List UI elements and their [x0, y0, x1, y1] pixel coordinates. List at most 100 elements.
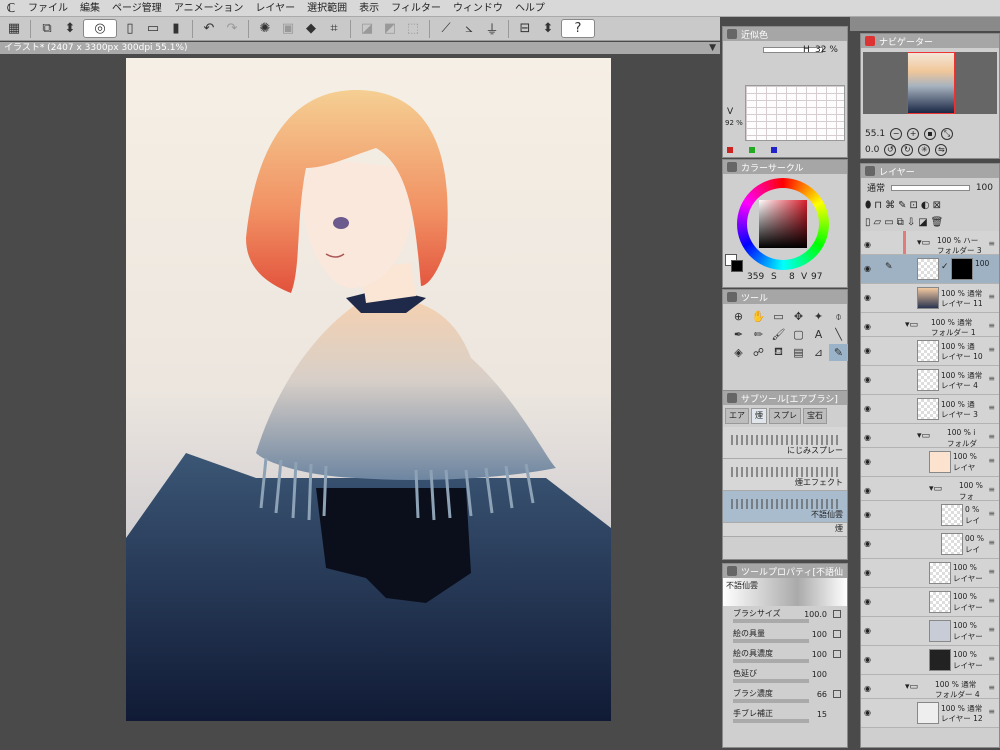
- fill-tool-icon[interactable]: ⛾: [769, 344, 788, 361]
- layer-row[interactable]: ◉ 100 % レイヤ ≡: [861, 448, 999, 477]
- layer-row[interactable]: ◉ 100 % 通 レイヤー 10 ≡: [861, 337, 999, 366]
- layer-menu-icon[interactable]: ≡: [988, 239, 995, 248]
- prop-paint-amount[interactable]: 絵の具量 100: [723, 626, 847, 646]
- eye-icon[interactable]: ◉: [864, 655, 871, 664]
- prop-value[interactable]: 100: [812, 630, 827, 639]
- menu-layer[interactable]: レイヤー: [249, 0, 301, 17]
- pencil-tool-icon[interactable]: ✏: [749, 326, 768, 343]
- rotate-right-icon[interactable]: ↻: [901, 144, 914, 156]
- prop-slider[interactable]: [733, 659, 809, 663]
- layer-row[interactable]: ◉ 100 % レイヤー ≡: [861, 588, 999, 617]
- brush-item[interactable]: 煙エフェクト: [723, 459, 847, 491]
- selection-border-icon[interactable]: ⬚: [403, 19, 423, 38]
- color-circle-title[interactable]: カラーサークル: [723, 160, 847, 174]
- layer-menu-icon[interactable]: ≡: [988, 292, 995, 301]
- layer-row[interactable]: ◉ 100 % 通常 レイヤー 4 ≡: [861, 366, 999, 395]
- layer-row[interactable]: ◉ ▾▭ 100 % 通常 フォルダー 4 ≡: [861, 675, 999, 699]
- mask-icon[interactable]: ◐: [921, 200, 930, 211]
- navigator-view[interactable]: [863, 52, 997, 114]
- layer-menu-icon[interactable]: ≡: [988, 485, 995, 494]
- layer-menu-icon[interactable]: ≡: [988, 374, 995, 383]
- layer-row[interactable]: ◉ ▾▭ 100 % 通常 フォルダー 1 ≡: [861, 313, 999, 337]
- move-tool-icon[interactable]: ✥: [789, 308, 808, 325]
- open-file-icon[interactable]: ▭: [143, 19, 163, 38]
- layer-row[interactable]: ◉ ▾▭ 100 % ハー フォルダー 3 ≡: [861, 231, 999, 255]
- eraser-tool-icon[interactable]: ◈: [729, 344, 748, 361]
- layer-row[interactable]: ◉ 100 % レイヤー ≡: [861, 617, 999, 646]
- tab-menu-icon[interactable]: ▼: [709, 42, 716, 54]
- prop-paint-density[interactable]: 絵の具濃度 100: [723, 646, 847, 666]
- zoom-in-icon[interactable]: +: [907, 128, 920, 140]
- transform-icon[interactable]: ▣: [278, 19, 298, 38]
- deselect-icon[interactable]: ◪: [357, 19, 377, 38]
- menu-selection[interactable]: 選択範囲: [301, 0, 353, 17]
- ref-icon[interactable]: ⌘: [885, 200, 895, 211]
- ruler-tool-icon[interactable]: ⊿: [809, 344, 828, 361]
- layer-row[interactable]: ◉ 100 % 通 レイヤー 3 ≡: [861, 395, 999, 424]
- line-tool-icon[interactable]: ╲: [829, 326, 848, 343]
- eye-icon[interactable]: ◉: [864, 597, 871, 606]
- prop-brush-size[interactable]: ブラシサイズ 100.0: [723, 606, 847, 626]
- copy-layer-icon[interactable]: ⧉: [897, 217, 904, 228]
- green-swatch[interactable]: [749, 147, 755, 153]
- fit-icon[interactable]: ▪: [924, 128, 937, 140]
- spiral-icon[interactable]: ◎: [83, 19, 117, 38]
- prop-value[interactable]: 100.0: [804, 610, 827, 619]
- lock-alpha-icon[interactable]: ⊡: [909, 200, 917, 211]
- rotate-left-icon[interactable]: ↺: [884, 144, 897, 156]
- rotation-value[interactable]: 0.0: [865, 145, 879, 155]
- merge-icon[interactable]: ⇩: [907, 217, 915, 228]
- zoom-value[interactable]: 55.1: [865, 129, 885, 139]
- prop-slider[interactable]: [733, 679, 809, 683]
- prop-value[interactable]: 100: [812, 650, 827, 659]
- eye-icon[interactable]: ◉: [864, 486, 871, 495]
- eye-icon[interactable]: ◉: [864, 539, 871, 548]
- hue-ring[interactable]: [737, 178, 829, 270]
- blend-tool-icon[interactable]: ☍: [749, 344, 768, 361]
- menu-animation[interactable]: アニメーション: [168, 0, 250, 17]
- new-folder-icon[interactable]: ▭: [884, 217, 893, 228]
- prop-pressure-icon[interactable]: [833, 690, 841, 698]
- delete-layer-icon[interactable]: 🗑: [931, 217, 944, 228]
- eye-icon[interactable]: ◉: [864, 346, 871, 355]
- eye-icon[interactable]: ◉: [864, 240, 871, 249]
- ruler-icon[interactable]: ⊠: [933, 200, 941, 211]
- eye-icon[interactable]: ◉: [864, 264, 871, 273]
- prop-slider[interactable]: [733, 719, 809, 723]
- layer-row[interactable]: ◉ 100 % レイヤー ≡: [861, 646, 999, 675]
- prop-slider[interactable]: [733, 619, 809, 623]
- prop-brush-density[interactable]: ブラシ濃度 66: [723, 686, 847, 706]
- layer-row[interactable]: ◉ 100 % 通常 レイヤー 12 ≡: [861, 699, 999, 728]
- layer-menu-icon[interactable]: ≡: [988, 567, 995, 576]
- prop-pressure-icon[interactable]: [833, 610, 841, 618]
- document-tab[interactable]: イラスト* (2407 x 3300px 300dpi 55.1%) ▼: [0, 42, 720, 54]
- tab-spray[interactable]: スプレ: [769, 408, 801, 424]
- prop-pressure-icon[interactable]: [833, 630, 841, 638]
- layer-menu-icon[interactable]: ≡: [988, 683, 995, 692]
- redo-icon[interactable]: ↷: [222, 19, 242, 38]
- prop-color-stretch[interactable]: 色延び 100: [723, 666, 847, 686]
- layer-title[interactable]: レイヤー: [861, 164, 999, 178]
- blend-mode-select[interactable]: 通常: [867, 181, 885, 194]
- eye-icon[interactable]: ◉: [864, 433, 871, 442]
- flip-icon[interactable]: ⇋: [935, 144, 948, 156]
- text-tool-icon[interactable]: A: [809, 326, 828, 343]
- tool-property-title[interactable]: ツールプロパティ[不語仙: [723, 564, 847, 578]
- eyedropper-icon[interactable]: ⌽: [829, 308, 848, 325]
- menu-page[interactable]: ページ管理: [106, 0, 168, 17]
- clear-icon[interactable]: ✺: [255, 19, 275, 38]
- menu-window[interactable]: ウィンドウ: [447, 0, 509, 17]
- illustration-canvas[interactable]: [126, 58, 611, 721]
- layer-row[interactable]: ◉ 100 % レイヤー ≡: [861, 559, 999, 588]
- red-swatch[interactable]: [727, 147, 733, 153]
- menu-filter[interactable]: フィルター: [385, 0, 447, 17]
- clip-icon[interactable]: ⊓: [874, 200, 882, 211]
- draft-icon[interactable]: ✎: [898, 200, 906, 211]
- prop-slider[interactable]: [733, 699, 809, 703]
- brush-item-selected[interactable]: 不語仙雲: [723, 491, 847, 523]
- menu-file[interactable]: ファイル: [22, 0, 74, 17]
- layer-row[interactable]: ◉ 00 % レイ ≡: [861, 530, 999, 559]
- new-raster-icon[interactable]: ▯: [865, 217, 871, 228]
- menu-view[interactable]: 表示: [353, 0, 385, 17]
- brush-item[interactable]: にじみスプレー: [723, 427, 847, 459]
